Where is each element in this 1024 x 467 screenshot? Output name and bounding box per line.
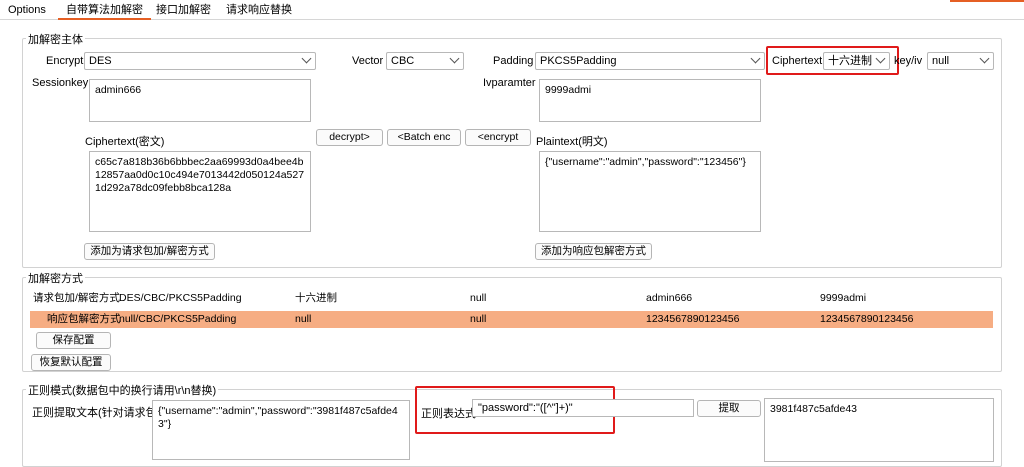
accent-strip [950,0,1024,2]
keyiv-select-value: null [932,55,950,67]
sessionkey-field[interactable]: admin666 [89,79,311,122]
tab-options[interactable]: Options [0,0,54,20]
ciphertext-format-value: 十六进制 [828,55,872,67]
chevron-down-icon [750,53,761,64]
row-label: 请求包加/解密方式 [33,292,120,304]
cell-key: 1234567890123456 [646,313,740,325]
padding-select-value: PKCS5Padding [540,55,617,67]
sessionkey-label: Sessionkey [32,77,89,89]
padding-label: Padding [493,55,534,67]
vector-label: Vector [352,55,384,67]
ciphertext-label: Ciphertext(密文) [85,136,165,148]
add-request-crypto-button[interactable]: 添加为请求包加/解密方式 [84,243,215,260]
encrypt-select[interactable]: DES [84,52,316,70]
chevron-down-icon [301,53,312,64]
cell-iv: 1234567890123456 [820,313,914,325]
encrypt-label: Encrypt [46,55,84,67]
extract-button[interactable]: 提取 [697,400,761,417]
tab-request-response-replace[interactable]: 请求响应替换 [218,0,300,20]
modes-group-title: 加解密方式 [26,270,85,286]
encrypt-select-value: DES [89,55,112,67]
plaintext-field[interactable]: {"username":"admin","password":"123456"} [539,151,761,232]
save-config-button[interactable]: 保存配置 [36,332,111,349]
regex-expression-input[interactable]: "password":"([^"]+)" [472,399,694,417]
ivparamter-field[interactable]: 9999admi [539,79,761,122]
regex-group-title: 正则模式(数据包中的换行请用\r\n替换) [26,382,219,398]
table-row-selected[interactable]: 响应包解密方式 null/CBC/PKCS5Padding null null … [30,311,993,328]
tab-interface-crypto[interactable]: 接口加解密 [148,0,219,20]
ivparamter-label: Ivparamter [483,77,536,89]
cell-algorithm: null/CBC/PKCS5Padding [119,313,237,325]
vector-select[interactable]: CBC [386,52,464,70]
regex-extract-label: 正则提取文本(针对请求包) [32,407,161,419]
vector-select-value: CBC [391,55,415,67]
regex-result-field[interactable]: 3981f487c5afde43 [764,398,994,462]
chevron-down-icon [979,53,990,64]
keyiv-label: key/iv [894,55,923,67]
chevron-down-icon [449,53,460,64]
cell-algorithm: DES/CBC/PKCS5Padding [119,292,242,304]
ciphertext-field[interactable]: c65c7a818b36b6bbbec2aa69993d0a4bee4b1285… [89,151,311,232]
table-row[interactable]: 请求包加/解密方式 DES/CBC/PKCS5Padding 十六进制 null… [30,290,993,307]
decrypt-button[interactable]: decrypt> [316,129,383,146]
regex-source-field[interactable]: {"username":"admin","password":"3981f487… [152,400,410,460]
ciphertext-format-select[interactable]: 十六进制 [823,52,890,70]
add-response-crypto-button[interactable]: 添加为响应包解密方式 [535,243,652,260]
ciphertext-format-label: Ciphertext [772,55,823,67]
cell-keyiv: null [470,313,487,325]
crypto-group-title: 加解密主体 [26,31,85,47]
row-label: 响应包解密方式 [47,313,121,325]
regex-expression-label: 正则表达式 [421,408,476,420]
cell-format: null [295,313,312,325]
batch-encrypt-button[interactable]: <Batch enc [387,129,461,146]
chevron-down-icon [875,53,886,64]
cell-key: admin666 [646,292,693,304]
tab-builtin-crypto[interactable]: 自带算法加解密 [58,0,151,20]
plaintext-label: Plaintext(明文) [536,136,608,148]
keyiv-select[interactable]: null [927,52,994,70]
padding-select[interactable]: PKCS5Padding [535,52,765,70]
encrypt-button[interactable]: <encrypt [465,129,531,146]
cell-keyiv: null [470,292,487,304]
cell-iv: 9999admi [820,292,867,304]
restore-default-button[interactable]: 恢复默认配置 [31,354,111,371]
cell-format: 十六进制 [295,292,337,304]
